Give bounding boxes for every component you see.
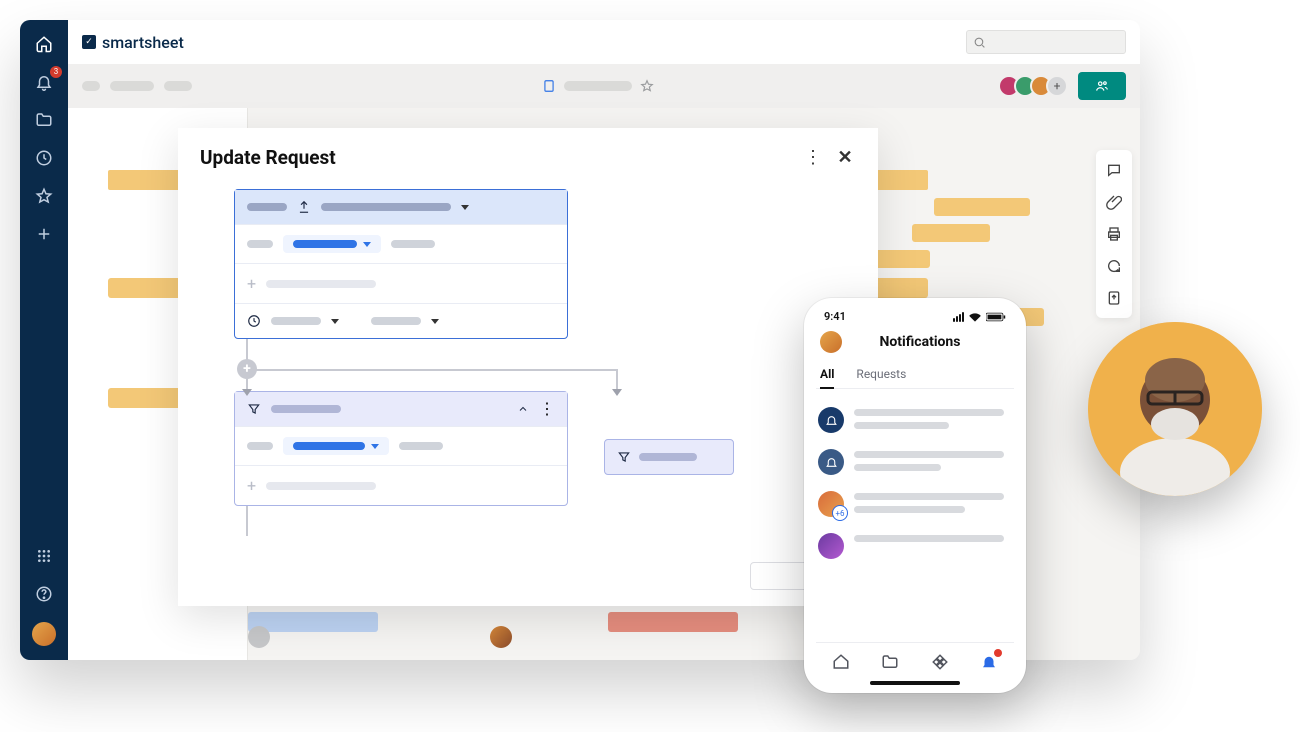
sheet-icon xyxy=(542,78,556,94)
clock-icon xyxy=(247,314,261,328)
star-outline-icon[interactable] xyxy=(640,79,654,93)
breadcrumb-placeholder xyxy=(110,81,154,91)
brand: ✓ smartsheet xyxy=(82,33,184,52)
comment-icon[interactable] xyxy=(1096,156,1132,184)
star-icon[interactable] xyxy=(34,186,54,206)
notifications-icon[interactable] xyxy=(978,651,1000,673)
wifi-icon xyxy=(968,312,982,322)
notification-list[interactable]: +6 xyxy=(816,389,1014,642)
export-icon[interactable] xyxy=(1096,284,1132,312)
battery-icon xyxy=(986,312,1006,322)
more-icon[interactable]: ⋮ xyxy=(802,147,824,169)
clock-time: 9:41 xyxy=(824,310,846,323)
profile-photo xyxy=(1088,322,1262,496)
status-bar: 9:41 xyxy=(816,308,1014,329)
apps-icon[interactable] xyxy=(929,651,951,673)
bell-icon xyxy=(818,449,844,475)
flow-connector: + xyxy=(234,339,568,391)
avatar xyxy=(490,626,512,648)
home-icon[interactable] xyxy=(830,651,852,673)
filter-icon xyxy=(617,450,631,464)
condition-chip[interactable] xyxy=(283,235,381,253)
gantt-bar[interactable] xyxy=(874,250,930,268)
modal-header: Update Request ⋮ ✕ xyxy=(178,128,878,177)
share-button[interactable] xyxy=(1078,72,1126,100)
page-title xyxy=(542,78,654,94)
add-collaborator-icon: + xyxy=(1046,75,1068,97)
home-indicator xyxy=(870,681,960,685)
notification-item[interactable] xyxy=(816,525,1014,567)
mobile-preview: 9:41 Notifications All Requests +6 xyxy=(804,298,1026,693)
user-avatar[interactable] xyxy=(32,622,56,646)
tab-all[interactable]: All xyxy=(820,361,834,389)
breadcrumb-placeholder xyxy=(164,81,192,91)
trigger-card[interactable]: + xyxy=(234,189,568,339)
right-tool-rail xyxy=(1096,150,1132,318)
apps-icon[interactable] xyxy=(34,546,54,566)
search-icon xyxy=(973,36,986,49)
update-request-modal: Update Request ⋮ ✕ + xyxy=(178,128,878,606)
phone-tabs: All Requests xyxy=(816,361,1014,389)
flow-connector xyxy=(234,506,568,536)
clock-icon[interactable] xyxy=(34,148,54,168)
modal-footer xyxy=(178,552,878,606)
phone-title: Notifications xyxy=(830,334,1010,350)
avatar xyxy=(818,533,844,559)
bell-icon[interactable]: 3 xyxy=(34,72,54,92)
help-icon[interactable] xyxy=(34,584,54,604)
modal-title: Update Request xyxy=(200,146,336,169)
cancel-button[interactable] xyxy=(750,562,808,590)
condition-chip[interactable] xyxy=(283,437,389,455)
phone-header: Notifications xyxy=(816,329,1014,361)
print-icon[interactable] xyxy=(1096,220,1132,248)
more-count-badge: +6 xyxy=(832,505,848,521)
refresh-icon[interactable] xyxy=(1096,252,1132,280)
gantt-bar[interactable] xyxy=(934,198,1030,216)
context-bar: + xyxy=(68,64,1140,108)
notification-item[interactable] xyxy=(816,399,1014,441)
left-rail: 3 xyxy=(20,20,68,660)
tab-requests[interactable]: Requests xyxy=(856,361,906,388)
avatar xyxy=(248,626,270,648)
add-condition-row[interactable]: + xyxy=(235,465,567,505)
notification-item[interactable] xyxy=(816,441,1014,483)
notification-item[interactable]: +6 xyxy=(816,483,1014,525)
more-icon[interactable]: ⋮ xyxy=(539,404,555,414)
filter-icon xyxy=(247,402,261,416)
badge-dot xyxy=(994,649,1002,657)
chevron-up-icon[interactable] xyxy=(517,403,529,415)
signal-icon xyxy=(953,312,964,322)
folder-icon[interactable] xyxy=(879,651,901,673)
modal-body: + + xyxy=(178,177,878,552)
close-icon[interactable]: ✕ xyxy=(834,147,856,169)
bell-icon xyxy=(818,407,844,433)
folder-icon[interactable] xyxy=(34,110,54,130)
filter-card-collapsed[interactable] xyxy=(604,439,734,475)
brand-name: smartsheet xyxy=(102,33,184,52)
phone-bottom-nav xyxy=(816,642,1014,675)
plus-icon[interactable] xyxy=(34,224,54,244)
home-icon[interactable] xyxy=(34,34,54,54)
chevron-down-icon xyxy=(461,205,469,210)
top-header: ✓ smartsheet xyxy=(68,20,1140,64)
gantt-bar[interactable] xyxy=(912,224,990,242)
condition-card[interactable]: ⋮ + xyxy=(234,391,568,506)
notification-badge: 3 xyxy=(50,66,62,78)
brand-mark-icon: ✓ xyxy=(82,35,96,49)
add-condition-row[interactable]: + xyxy=(235,263,567,303)
breadcrumb-placeholder xyxy=(82,81,100,91)
upload-icon xyxy=(297,200,311,214)
attachment-icon[interactable] xyxy=(1096,188,1132,216)
search-input[interactable] xyxy=(966,30,1126,54)
collaborator-avatars[interactable]: + xyxy=(1004,75,1068,97)
people-icon xyxy=(1094,79,1110,93)
